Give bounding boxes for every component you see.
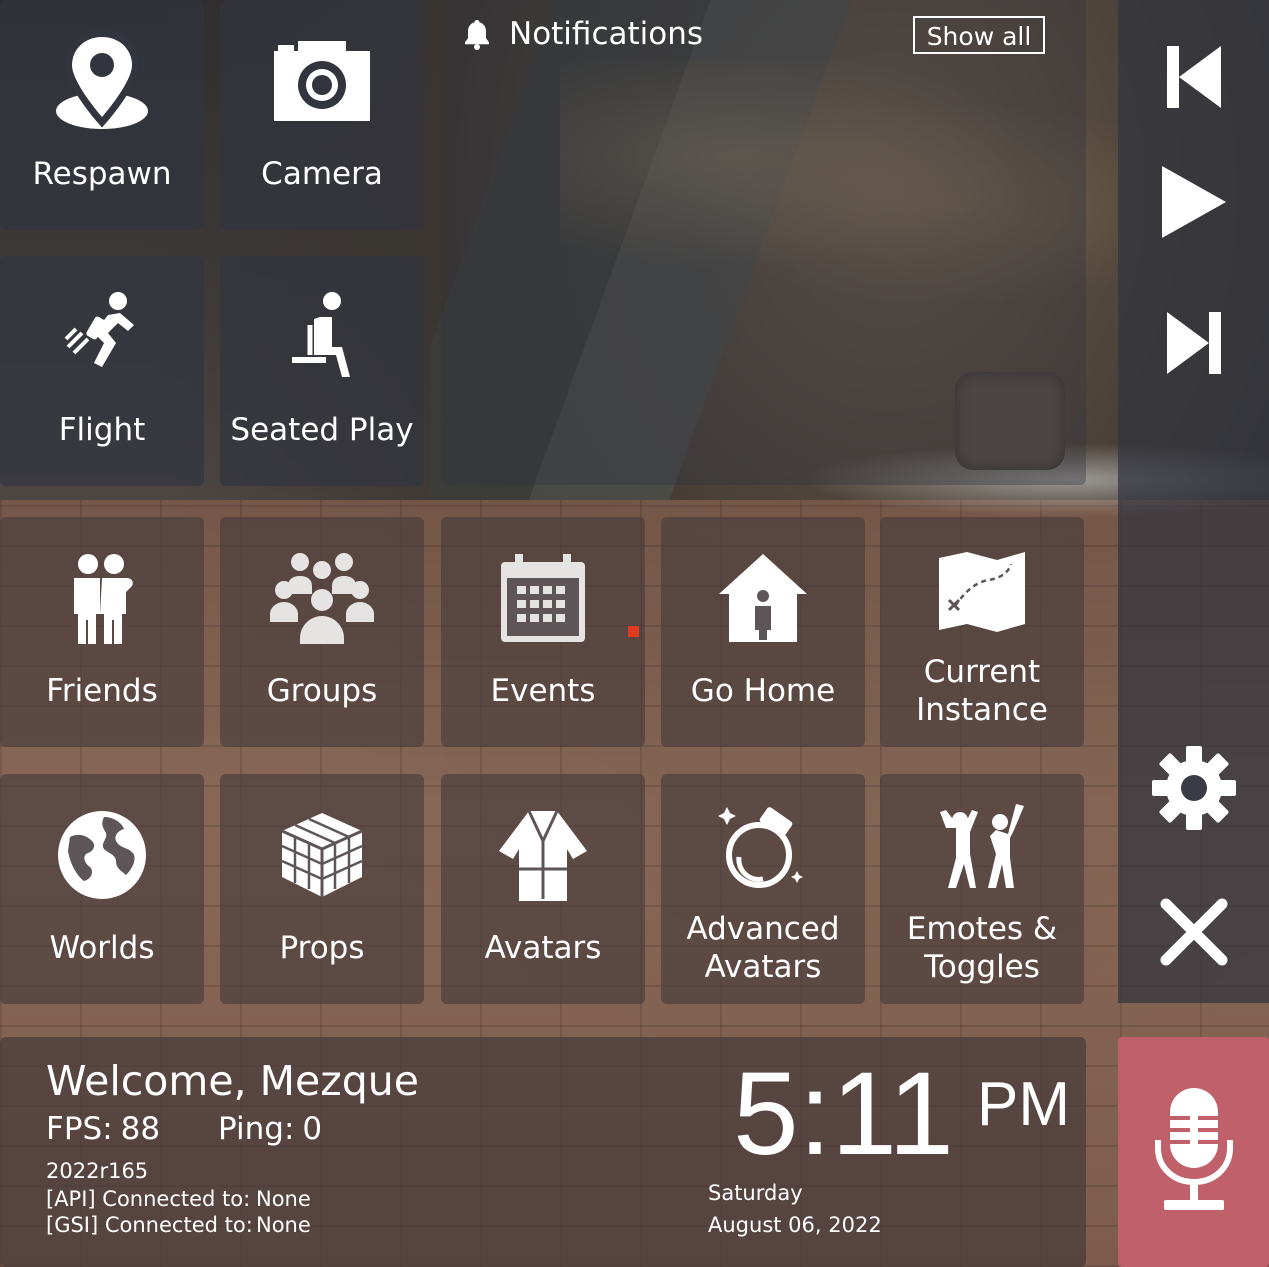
- seated-person-icon: [220, 282, 424, 392]
- groups-icon: [220, 543, 424, 653]
- notifications-panel: Notifications Show all: [441, 0, 1086, 485]
- props-button[interactable]: Props: [220, 774, 424, 1004]
- respawn-label: Respawn: [32, 156, 172, 192]
- clock-date: August 06, 2022: [708, 1213, 882, 1237]
- camera-button[interactable]: Camera: [220, 0, 424, 230]
- dancing-icon: [880, 802, 1084, 894]
- microphone-button[interactable]: [1118, 1037, 1269, 1267]
- respawn-button[interactable]: Respawn: [0, 0, 204, 230]
- avatars-label: Avatars: [484, 930, 602, 966]
- play-icon: [1160, 166, 1228, 242]
- flight-button[interactable]: Flight: [0, 256, 204, 486]
- clock-time: 5:11: [733, 1048, 954, 1180]
- go-home-label: Go Home: [690, 673, 836, 709]
- events-label: Events: [490, 673, 596, 709]
- event-indicator: [628, 626, 639, 637]
- friends-icon: [0, 543, 204, 653]
- advanced-avatars-button[interactable]: Advanced Avatars: [661, 774, 865, 1004]
- friends-label: Friends: [46, 673, 158, 709]
- events-button[interactable]: Events: [441, 517, 645, 747]
- friends-button[interactable]: Friends: [0, 517, 204, 747]
- props-label: Props: [279, 930, 365, 966]
- ping-readout: Ping: 0: [218, 1111, 323, 1147]
- cube-icon: [220, 800, 424, 910]
- play-button[interactable]: [1118, 166, 1269, 242]
- close-icon: [1160, 898, 1228, 970]
- fps-readout: FPS: 88: [46, 1111, 161, 1147]
- skip-previous-icon: [1166, 46, 1221, 112]
- settings-button[interactable]: [1118, 746, 1269, 834]
- microphone-icon: [1154, 1088, 1234, 1216]
- close-button[interactable]: [1118, 898, 1269, 970]
- groups-label: Groups: [266, 673, 378, 709]
- info-panel: Welcome, Mezque FPS: 88 Ping: 0 2022r165 […: [0, 1037, 1086, 1267]
- potion-icon: [661, 802, 865, 892]
- emotes-toggles-label: Emotes & Toggles: [906, 911, 1058, 985]
- side-bar: [1118, 0, 1269, 1003]
- groups-button[interactable]: Groups: [220, 517, 424, 747]
- notifications-title: Notifications: [509, 16, 704, 52]
- welcome-text: Welcome, Mezque: [46, 1057, 419, 1105]
- worlds-button[interactable]: Worlds: [0, 774, 204, 1004]
- gear-icon: [1151, 746, 1236, 834]
- jetpack-flight-icon: [0, 282, 204, 392]
- emotes-toggles-button[interactable]: Emotes & Toggles: [880, 774, 1084, 1004]
- bell-icon: [463, 18, 491, 54]
- camera-icon: [220, 26, 424, 136]
- version-text: 2022r165: [46, 1159, 149, 1183]
- avatars-button[interactable]: Avatars: [441, 774, 645, 1004]
- worlds-label: Worlds: [49, 930, 155, 966]
- globe-icon: [0, 800, 204, 910]
- location-pin-icon: [0, 26, 204, 136]
- next-track-button[interactable]: [1118, 312, 1269, 378]
- calendar-icon: [441, 543, 645, 653]
- clock-day: Saturday: [708, 1181, 803, 1205]
- previous-track-button[interactable]: [1118, 46, 1269, 112]
- advanced-avatars-label: Advanced Avatars: [686, 911, 840, 985]
- treasure-map-icon: [880, 549, 1084, 633]
- current-instance-label: Current Instance: [916, 654, 1048, 728]
- seated-play-label: Seated Play: [230, 412, 414, 448]
- seated-play-button[interactable]: Seated Play: [220, 256, 424, 486]
- skip-next-icon: [1166, 312, 1221, 378]
- home-icon: [661, 543, 865, 653]
- clock-ampm: PM: [977, 1070, 1070, 1139]
- camera-label: Camera: [261, 156, 383, 192]
- gsi-connection: [GSI] Connected to: None: [46, 1213, 311, 1237]
- robe-icon: [441, 800, 645, 910]
- api-connection: [API] Connected to: None: [46, 1187, 311, 1211]
- flight-label: Flight: [58, 412, 146, 448]
- current-instance-button[interactable]: Current Instance: [880, 517, 1084, 747]
- show-all-button[interactable]: Show all: [913, 16, 1045, 54]
- go-home-button[interactable]: Go Home: [661, 517, 865, 747]
